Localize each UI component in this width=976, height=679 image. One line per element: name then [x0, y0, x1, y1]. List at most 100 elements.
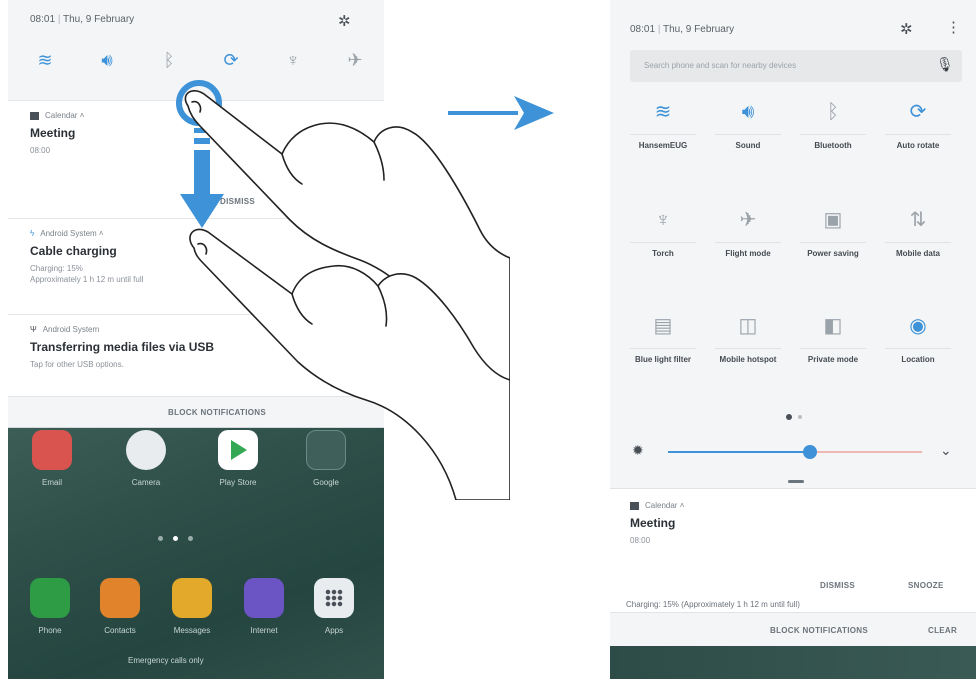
status-date: Thu, 9 February — [663, 24, 735, 35]
notification-title: Transferring media files via USB — [30, 340, 215, 354]
touch-point-icon — [176, 80, 222, 126]
private-mode-icon: ◧ — [823, 315, 843, 337]
bluetooth-icon: ᛒ — [827, 101, 839, 123]
home-screen-peek — [610, 646, 976, 679]
notification-app-name: Ψ Android System — [30, 325, 100, 334]
brightness-control: ✹ ⌄ — [632, 440, 962, 464]
dock-app-label: Phone — [38, 626, 62, 635]
tile-mobile-data[interactable]: ⇅ Mobile data — [879, 206, 957, 259]
block-notifications-button[interactable]: BLOCK NOTIFICATIONS — [770, 626, 868, 635]
sound-icon: 🔊︎ — [741, 101, 755, 123]
auto-rotate-icon[interactable]: ⟳ — [216, 50, 246, 71]
gear-icon[interactable]: ✲ — [900, 20, 913, 38]
tile-torch[interactable]: ♆ Torch — [624, 206, 702, 259]
torch-icon[interactable]: ♆ — [278, 50, 308, 71]
panel-drag-handle[interactable] — [788, 480, 804, 483]
home-app-label: Google — [313, 478, 339, 487]
tile-power-saving[interactable]: ▣ Power saving — [794, 206, 872, 259]
notification-charging[interactable]: ϟ Android System ˄ Cable charging Chargin… — [8, 218, 384, 314]
tile-blue-light-filter[interactable]: ▤ Blue light filter — [624, 312, 702, 365]
notification-calendar[interactable]: Calendar ˄ Meeting 08:00 DISMISS SNOOZE — [610, 488, 976, 606]
emergency-calls-text: Emergency calls only — [128, 656, 204, 665]
flight-mode-icon[interactable]: ✈ — [340, 50, 370, 71]
quick-panel-page-indicator — [786, 414, 802, 420]
notification-text: Charging: 15% — [30, 264, 83, 273]
tile-sound[interactable]: 🔊︎ Sound — [709, 98, 787, 151]
notification-text: Tap for other USB options. — [30, 360, 124, 369]
mobile-hotspot-icon: ◫ — [738, 315, 758, 337]
brightness-thumb[interactable] — [803, 445, 818, 459]
tile-mobile-hotspot[interactable]: ◫ Mobile hotspot — [709, 312, 787, 365]
tile-label: Blue light filter — [635, 355, 691, 364]
tile-label: HansemEUG — [638, 141, 688, 150]
notification-peek-text: Charging: 15% (Approximately 1 h 12 m un… — [610, 600, 976, 612]
search-bar[interactable]: Search phone and scan for nearby devices… — [630, 50, 962, 82]
messages-app-icon[interactable] — [172, 578, 212, 618]
tile-label: Power saving — [807, 249, 859, 258]
tile-auto-rotate[interactable]: ⟳ Auto rotate — [879, 98, 957, 151]
status-time: 08:01 — [30, 14, 56, 25]
notification-time: 08:00 — [630, 536, 651, 545]
tile-label: Mobile data — [895, 249, 940, 258]
tile-private-mode[interactable]: ◧ Private mode — [794, 312, 872, 365]
calendar-icon — [30, 111, 39, 120]
block-notifications-button[interactable]: BLOCK NOTIFICATIONS — [168, 408, 266, 417]
phone-app-icon[interactable] — [30, 578, 70, 618]
dock-app-label: Contacts — [104, 626, 136, 635]
brightness-slider[interactable] — [668, 445, 922, 459]
calendar-icon — [630, 501, 639, 510]
notification-title: Cable charging — [30, 244, 117, 258]
snooze-button[interactable]: SNOOZE — [908, 581, 944, 590]
dismiss-button[interactable]: DISMISS — [220, 197, 255, 206]
notification-footer: BLOCK NOTIFICATIONS — [8, 396, 384, 426]
location-icon: ◉ — [909, 315, 927, 337]
home-app-label: Play Store — [219, 478, 257, 487]
sound-icon[interactable]: 🔊︎ — [92, 50, 122, 71]
brightness-icon: ✹ — [632, 442, 644, 458]
notification-footer: BLOCK NOTIFICATIONS CLEAR — [610, 612, 976, 646]
home-screen: Email Camera Play Store Google Phone Con… — [8, 420, 384, 679]
notification-title: Meeting — [630, 516, 676, 530]
bluetooth-icon[interactable]: ᛒ — [154, 50, 184, 71]
tile-label: Private mode — [807, 355, 859, 364]
camera-app-icon[interactable] — [126, 430, 166, 470]
tile-label: Sound — [735, 141, 761, 150]
transition-arrow-icon — [448, 96, 554, 130]
dock-app-label: Internet — [250, 626, 278, 635]
notification-usb[interactable]: Ψ Android System Transferring media files… — [8, 314, 384, 396]
contacts-app-icon[interactable] — [100, 578, 140, 618]
search-placeholder: Search phone and scan for nearby devices — [644, 61, 797, 70]
play-store-app-icon[interactable] — [218, 430, 258, 470]
status-time-date: 08:01 | Thu, 9 February — [630, 24, 735, 35]
tile-label: Mobile hotspot — [719, 355, 777, 364]
phone-left: Email Camera Play Store Google Phone Con… — [8, 0, 384, 679]
wifi-icon[interactable]: ≋ — [30, 50, 60, 71]
mobile-data-icon: ⇅ — [909, 209, 927, 231]
wifi-icon: ≋ — [654, 101, 672, 123]
illustration: Email Camera Play Store Google Phone Con… — [0, 0, 976, 679]
email-app-icon[interactable] — [32, 430, 72, 470]
status-time: 08:01 — [630, 24, 656, 35]
tile-bluetooth[interactable]: ᛒ Bluetooth — [794, 98, 872, 151]
internet-app-icon[interactable] — [244, 578, 284, 618]
tile-label: Auto rotate — [896, 141, 940, 150]
dock-app-label: Apps — [324, 626, 344, 635]
tile-flight-mode[interactable]: ✈ Flight mode — [709, 206, 787, 259]
power-saving-icon: ▣ — [823, 209, 843, 231]
mic-icon[interactable]: 🎙︎ — [936, 56, 954, 73]
more-options-icon[interactable]: ⋮ — [946, 18, 961, 36]
home-app-label: Camera — [131, 478, 161, 487]
torch-icon: ♆ — [655, 209, 671, 231]
dismiss-button[interactable]: DISMISS — [820, 581, 855, 590]
tile-wifi[interactable]: ≋ HansemEUG — [624, 98, 702, 151]
gear-icon[interactable]: ✲ — [338, 12, 351, 30]
phone-right: 08:01 | Thu, 9 February ✲ ⋮ Search phone… — [610, 0, 976, 679]
clear-button[interactable]: CLEAR — [928, 626, 957, 635]
notification-text: Approximately 1 h 12 m until full — [30, 275, 144, 284]
blue-light-filter-icon: ▤ — [653, 315, 673, 337]
google-folder-icon[interactable] — [306, 430, 346, 470]
apps-button[interactable] — [314, 578, 354, 618]
tile-label: Flight mode — [725, 249, 771, 258]
tile-location[interactable]: ◉ Location — [879, 312, 957, 365]
chevron-down-icon[interactable]: ⌄ — [940, 442, 952, 459]
